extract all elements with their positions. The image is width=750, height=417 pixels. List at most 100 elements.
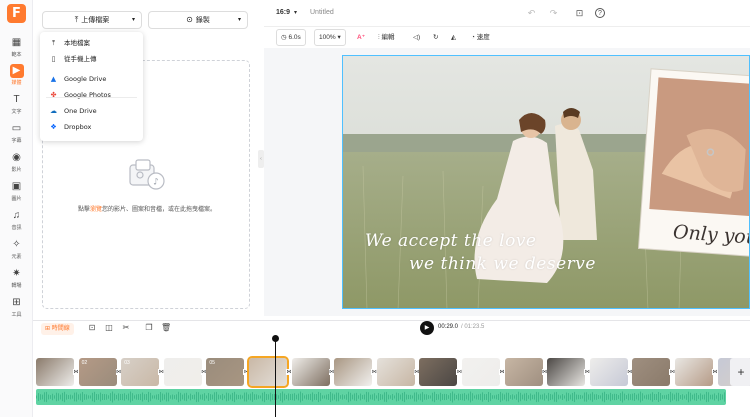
upload-menu-label: Dropbox <box>64 123 92 131</box>
video-icon: ◉ <box>12 152 21 163</box>
sidebar-item-1[interactable]: ▦ 範本 <box>0 36 33 64</box>
subtitle-icon: ▭ <box>11 123 22 134</box>
media-icon: ▶ <box>9 64 24 78</box>
zoom-select[interactable]: 100% ▾ <box>314 29 346 46</box>
sidebar-item-3[interactable]: T 文字 <box>0 93 33 121</box>
video-track: ⋈ 02 ⋈ 03 ⋈ ⋈ 05 ⋈ ⋈ ⋈ ⋈ ⋈ ⋈ ⋈ ⋈ ⋈ ⋈ ⋈ ⋈ <box>36 356 750 388</box>
clock-icon: ◷ <box>281 34 287 41</box>
timeline-clip[interactable] <box>291 358 330 386</box>
volume-icon[interactable]: ◁) <box>408 29 425 46</box>
aspect-ratio-selector[interactable]: 16:9 <box>276 9 290 16</box>
sidebar-item-6[interactable]: ▣ 圖片 <box>0 180 33 208</box>
svg-text:♪: ♪ <box>153 178 159 188</box>
clip-toolbar: ◷ 6.0s 100% ▾ A⁺ ⫶ 編輯 ◁) ↻ ◭ ◔ 速度 <box>270 29 750 47</box>
total-time: / 01:23.5 <box>461 324 485 330</box>
zoom-value: 100% <box>319 34 336 41</box>
sidebar-item-5[interactable]: ◉ 影片 <box>0 151 33 179</box>
project-title[interactable]: Untitled <box>310 9 334 16</box>
timeline-clip[interactable] <box>419 358 458 386</box>
add-media-icon[interactable]: ⊡ <box>87 323 97 333</box>
editor-topbar: 16:9 ▾ Untitled ↶ ↷ ⊡ ? <box>264 0 750 27</box>
hint-post: 您的影片、圖案和音檔，或在此拖曳檔案。 <box>102 206 217 213</box>
help-icon[interactable]: ? <box>595 8 605 18</box>
timeline-clip[interactable] <box>334 358 373 386</box>
timeline-toolbar: ⊞ 時間線 ⊡ ◫ ✂ ❐ 🗑 ▶ 00:29.0 / 01:23.5 <box>33 321 750 351</box>
upload-menu-item-4[interactable]: ✤ Google Photos <box>40 88 143 102</box>
upload-file-button[interactable]: ⤒ 上傳檔案 ▾ <box>42 11 142 29</box>
upload-source-menu: ⤒ 本地檔案 ▯ 從手機上傳 ▲ Google Drive ✤ Google Photos ☁ O… <box>40 32 143 141</box>
sidebar-item-label: 文字 <box>11 109 22 115</box>
timeline-clip[interactable] <box>547 358 586 386</box>
split-icon[interactable]: ◫ <box>104 323 114 333</box>
flip-icon[interactable]: ◭ <box>446 29 461 46</box>
timeline-clip[interactable] <box>36 358 74 386</box>
playhead-handle[interactable] <box>272 335 279 342</box>
clip-number: 03 <box>124 360 130 366</box>
sidebar-item-label: 轉場 <box>11 283 22 289</box>
sidebar-item-7[interactable]: ♫ 音訊 <box>0 209 33 237</box>
duration-control[interactable]: ◷ 6.0s <box>276 29 306 46</box>
browse-link[interactable]: 瀏覽 <box>90 206 102 213</box>
screenshot-icon[interactable]: ⊡ <box>574 8 585 19</box>
clip-number: 02 <box>81 360 88 366</box>
app-logo[interactable]: F <box>7 4 26 23</box>
sidebar-item-9[interactable]: ✷ 轉場 <box>0 267 33 295</box>
hint-pre: 點擊 <box>77 206 90 213</box>
upload-menu-item-1[interactable]: ⤒ 本地檔案 <box>40 36 143 50</box>
timeline-clip[interactable] <box>247 356 289 388</box>
playhead-line[interactable] <box>275 338 276 417</box>
edit-label: 編輯 <box>381 34 395 41</box>
delete-icon[interactable]: 🗑 <box>161 323 171 333</box>
dropbox-icon: ❖ <box>50 123 57 131</box>
timeline-clip[interactable] <box>632 358 671 386</box>
timeline-clip[interactable] <box>589 358 628 386</box>
timeline-icon: ⊞ <box>45 326 51 332</box>
upload-menu-item-5[interactable]: ☁ One Drive <box>40 104 143 118</box>
timeline-clip[interactable]: 02 <box>78 358 117 386</box>
video-canvas[interactable]: We accept the love we think we deserve O… <box>342 55 750 309</box>
rotate-icon[interactable]: ↻ <box>428 29 443 46</box>
duplicate-icon[interactable]: ❐ <box>144 323 154 333</box>
upload-menu-item-6[interactable]: ❖ Dropbox <box>40 120 143 134</box>
dropzone-hint: 點擊瀏覽您的影片、圖案和音檔，或在此拖曳檔案。 <box>43 204 251 213</box>
sidebar-item-4[interactable]: ▭ 字幕 <box>0 122 33 150</box>
timeline-clip[interactable] <box>504 358 543 386</box>
audio-track[interactable] <box>36 389 726 405</box>
record-button[interactable]: ⊙ 錄製 ▾ <box>148 11 248 29</box>
elements-icon: ✧ <box>12 239 21 250</box>
timeline-clip[interactable]: 05 <box>206 358 245 386</box>
sidebar-item-8[interactable]: ✧ 元素 <box>0 238 33 266</box>
cut-icon[interactable]: ✂ <box>121 323 131 333</box>
redo-icon[interactable]: ↷ <box>548 8 559 19</box>
timeline-clip[interactable] <box>163 358 202 386</box>
upload-menu-item-3[interactable]: ▲ Google Drive <box>40 72 143 86</box>
sidebar-item-2[interactable]: ▶ 媒體 <box>0 64 33 92</box>
speed-button[interactable]: ◔ 速度 <box>466 29 495 46</box>
transition-icon: ✷ <box>12 268 21 279</box>
overlay-text-line-1[interactable]: We accept the love <box>365 231 537 251</box>
clip-number: 05 <box>209 360 215 366</box>
upload-menu-label: 從手機上傳 <box>64 55 97 63</box>
timeline-clip[interactable] <box>376 358 415 386</box>
chevron-down-icon[interactable]: ▾ <box>294 9 297 16</box>
timeline-clip[interactable]: 03 <box>121 358 160 386</box>
sidebar-item-10[interactable]: ⊞ 工具 <box>0 296 33 324</box>
template-icon: ▦ <box>11 37 22 48</box>
add-clip-button[interactable]: + <box>730 358 750 386</box>
upload-menu-item-2[interactable]: ▯ 從手機上傳 <box>40 52 143 66</box>
ai-tool-icon[interactable]: A⁺ <box>352 29 370 46</box>
timeline-toggle-button[interactable]: ⊞ 時間線 <box>41 323 74 335</box>
current-time: 00:29.0 <box>438 324 459 330</box>
chevron-down-icon[interactable]: ▾ <box>238 12 241 28</box>
timeline-clip[interactable] <box>675 358 713 386</box>
edit-button[interactable]: ⫶ 編輯 <box>373 29 399 46</box>
sidebar-item-label: 工具 <box>11 312 22 318</box>
upload-menu-label: 本地檔案 <box>64 39 90 47</box>
play-button[interactable]: ▶ <box>420 321 434 335</box>
undo-icon[interactable]: ↶ <box>526 8 537 19</box>
chevron-down-icon[interactable]: ▾ <box>132 12 135 28</box>
sidebar-item-label: 媒體 <box>11 80 22 86</box>
upload-menu-label: One Drive <box>64 107 97 115</box>
overlay-text-line-2[interactable]: we think we deserve <box>409 254 596 274</box>
timeline-clip[interactable] <box>462 358 500 386</box>
